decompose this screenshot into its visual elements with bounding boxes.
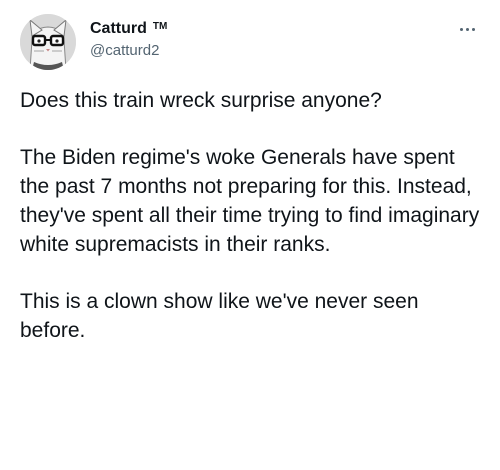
- avatar[interactable]: [20, 14, 76, 70]
- tweet-paragraph: The Biden regime's woke Generals have sp…: [20, 146, 480, 256]
- display-name-row: Catturd TM: [90, 20, 167, 38]
- more-dot: [465, 27, 469, 31]
- user-handle[interactable]: @catturd2: [90, 42, 167, 59]
- cat-with-glasses-icon: [20, 14, 76, 70]
- tweet-card: Catturd TM @catturd2 Does this train wre…: [0, 0, 500, 470]
- trademark-label: TM: [152, 21, 168, 32]
- author-names: Catturd TM @catturd2: [90, 20, 167, 59]
- tweet-paragraph: This is a clown show like we've never se…: [20, 290, 419, 342]
- tweet-text: Does this train wreck surprise anyone? T…: [20, 86, 484, 345]
- more-options-icon[interactable]: [454, 20, 480, 38]
- tweet-paragraph: Does this train wreck surprise anyone?: [20, 89, 382, 112]
- tweet-header: Catturd TM @catturd2: [20, 14, 480, 74]
- display-name[interactable]: Catturd: [90, 20, 147, 38]
- more-dot: [459, 27, 463, 31]
- more-dot: [471, 27, 475, 31]
